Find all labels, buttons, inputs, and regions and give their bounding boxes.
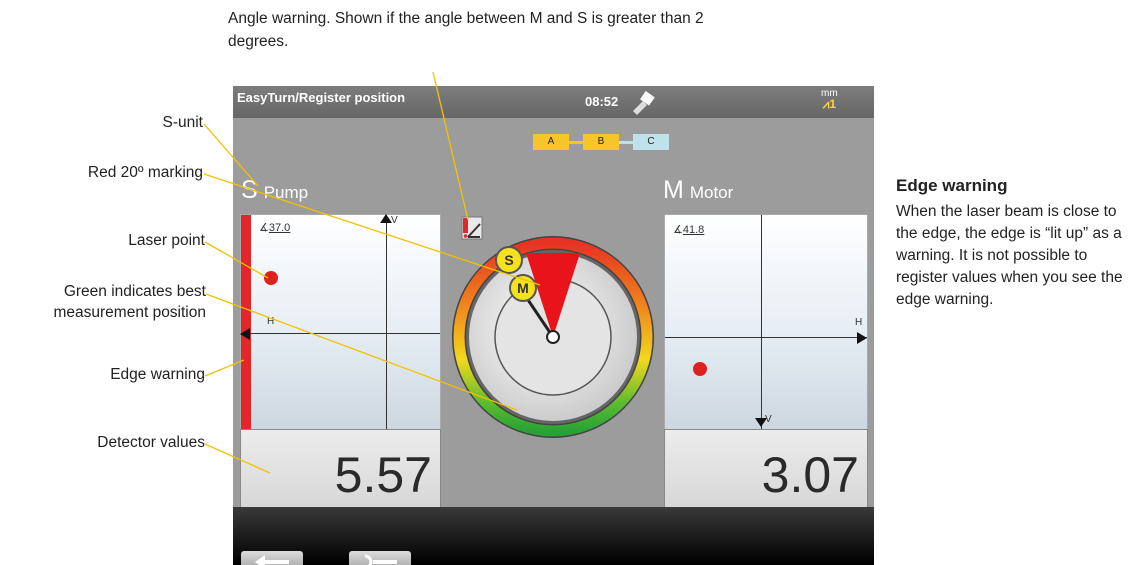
leader-lines <box>203 71 541 474</box>
